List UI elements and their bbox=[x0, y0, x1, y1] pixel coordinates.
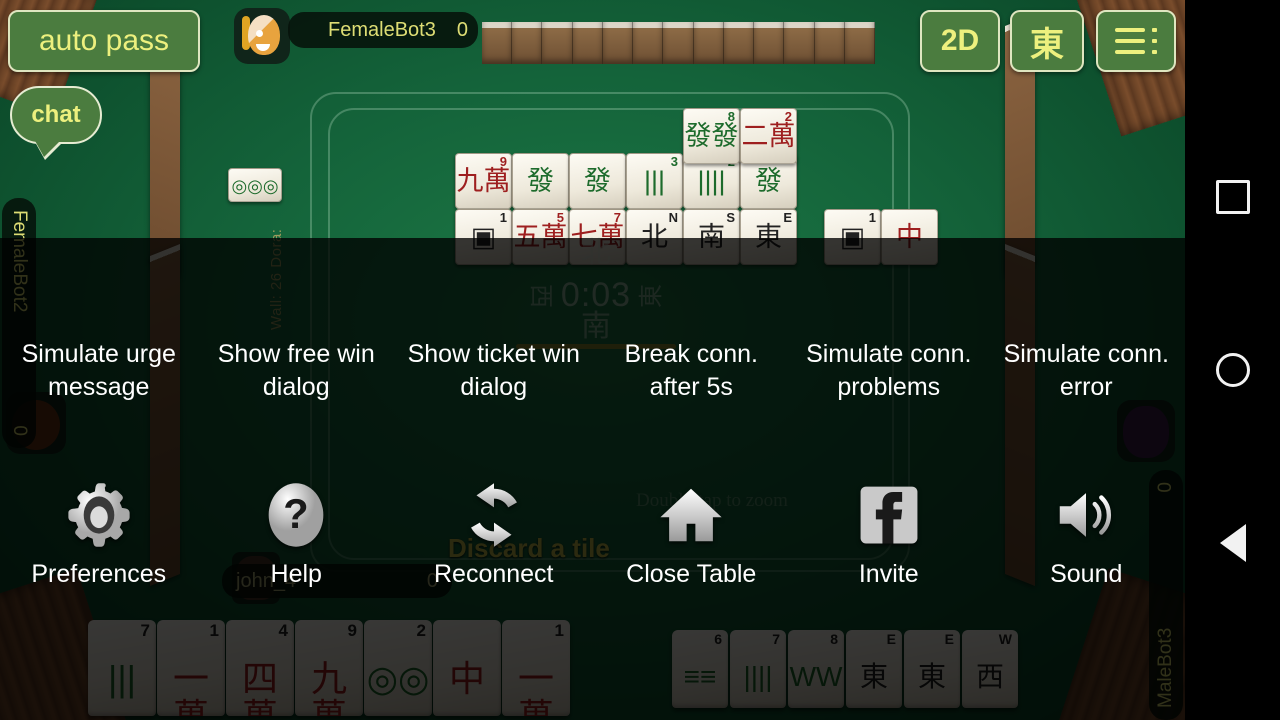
simulate-action-label: Break conn. after 5s bbox=[624, 340, 758, 401]
player-name-top: FemaleBot3 bbox=[328, 18, 436, 41]
hamburger-menu-icon bbox=[1115, 28, 1157, 54]
tile-face: 發 bbox=[527, 166, 554, 196]
discarded-tile[interactable]: 3 ||| bbox=[626, 153, 683, 209]
concealed-tile bbox=[512, 22, 543, 64]
concealed-tile bbox=[663, 22, 694, 64]
tile-corner-label: 2 bbox=[784, 109, 792, 124]
simulate-action-label: Simulate urge message bbox=[21, 340, 176, 401]
tile-corner-label: 3 bbox=[670, 154, 678, 169]
simulate-action-4[interactable]: Simulate conn. problems bbox=[790, 338, 988, 404]
simulate-action-label: Show free win dialog bbox=[217, 340, 375, 401]
concealed-tile bbox=[784, 22, 815, 64]
round-wind-button[interactable]: 東 bbox=[1010, 10, 1084, 72]
simulate-action-2[interactable]: Show ticket win dialog bbox=[395, 338, 593, 404]
simulate-action-label: Show ticket win dialog bbox=[407, 340, 580, 401]
icon-action-reconnect[interactable]: Reconnect bbox=[395, 478, 593, 588]
icon-action-preferences[interactable]: Preferences bbox=[0, 478, 198, 588]
concealed-tile bbox=[844, 22, 876, 64]
tile-corner-label: 7 bbox=[613, 210, 621, 225]
gear-icon bbox=[62, 478, 136, 552]
view-mode-label: 2D bbox=[940, 24, 980, 57]
avatar-top bbox=[234, 8, 290, 64]
back-triangle-icon bbox=[1219, 524, 1246, 563]
concealed-tile bbox=[693, 22, 724, 64]
icon-action-label: Help bbox=[270, 560, 322, 588]
android-navigation-bar bbox=[1185, 0, 1280, 720]
concealed-tile bbox=[814, 22, 845, 64]
simulate-action-3[interactable]: Break conn. after 5s bbox=[593, 338, 791, 404]
tile-corner-label: 5 bbox=[556, 210, 564, 225]
concealed-tile bbox=[542, 22, 573, 64]
auto-pass-label: auto pass bbox=[38, 24, 170, 57]
refresh-icon bbox=[457, 478, 531, 552]
tile-corner-label: 1 bbox=[499, 210, 507, 225]
concealed-tile bbox=[723, 22, 755, 64]
discarded-tile[interactable]: 發 bbox=[512, 153, 569, 209]
concealed-tile bbox=[482, 22, 513, 64]
round-wind-label: 東 bbox=[1030, 25, 1064, 64]
tile-corner-label: S bbox=[726, 210, 735, 225]
icon-action-label: Invite bbox=[858, 560, 919, 588]
icon-actions-row: Preferences ? Help Reconnect Close Table … bbox=[0, 478, 1185, 588]
icon-action-label: Reconnect bbox=[433, 560, 554, 588]
simulate-action-1[interactable]: Show free win dialog bbox=[198, 338, 396, 404]
tile-corner-label: E bbox=[783, 210, 792, 225]
home-icon bbox=[654, 478, 728, 552]
svg-text:?: ? bbox=[284, 490, 309, 537]
icon-action-label: Sound bbox=[1050, 560, 1123, 588]
question-mark-icon: ? bbox=[259, 478, 333, 552]
concealed-tile bbox=[633, 22, 664, 64]
home-circle-icon bbox=[1215, 352, 1250, 387]
speaker-icon bbox=[1049, 478, 1123, 552]
opponent-concealed-hand bbox=[482, 22, 876, 64]
discarded-tile[interactable]: 2 二萬 bbox=[740, 108, 797, 164]
discarded-tile[interactable]: 發 bbox=[569, 153, 626, 209]
tile-corner-label: N bbox=[668, 210, 678, 225]
home-button[interactable] bbox=[1213, 350, 1253, 390]
icon-action-help[interactable]: ? Help bbox=[198, 478, 396, 588]
view-mode-button[interactable]: 2D bbox=[920, 10, 1000, 72]
icon-action-sound[interactable]: Sound bbox=[988, 478, 1186, 588]
discarded-tile[interactable]: 8 發發 bbox=[683, 108, 740, 164]
recents-button[interactable] bbox=[1213, 177, 1253, 217]
icon-action-label: Preferences bbox=[31, 560, 167, 588]
simulate-action-label: Simulate conn. error bbox=[1003, 340, 1169, 401]
tile-corner-label: 9 bbox=[499, 154, 507, 169]
icon-action-invite[interactable]: Invite bbox=[790, 478, 988, 588]
auto-pass-button[interactable]: auto pass bbox=[8, 10, 200, 72]
simulate-action-5[interactable]: Simulate conn. error bbox=[988, 338, 1186, 404]
facebook-icon bbox=[852, 478, 926, 552]
player-score-top: 0 bbox=[456, 18, 468, 41]
chat-label: chat bbox=[31, 101, 81, 128]
game-screen: ◎◎◎ Wall: 26 Dora: 9九萬發發3|||2||||發8發發2二萬… bbox=[0, 0, 1280, 720]
discarded-tile[interactable]: 9 九萬 bbox=[455, 153, 512, 209]
player-plate-top: FemaleBot3 0 bbox=[288, 12, 478, 48]
menu-button[interactable] bbox=[1096, 10, 1176, 72]
icon-action-close-table[interactable]: Close Table bbox=[593, 478, 791, 588]
concealed-tile bbox=[572, 22, 603, 64]
tile-corner-label: 1 bbox=[868, 210, 876, 225]
recents-square-icon bbox=[1215, 179, 1250, 214]
debug-overlay-menu: Simulate urge message Show free win dialo… bbox=[0, 238, 1185, 720]
icon-action-label: Close Table bbox=[626, 560, 757, 588]
concealed-tile bbox=[602, 22, 634, 64]
simulate-actions-row: Simulate urge message Show free win dialo… bbox=[0, 338, 1185, 404]
chat-button[interactable]: chat bbox=[10, 86, 102, 144]
tile-corner-label: 8 bbox=[727, 109, 735, 124]
simulate-action-label: Simulate conn. problems bbox=[806, 340, 972, 401]
simulate-action-0[interactable]: Simulate urge message bbox=[0, 338, 198, 404]
tile-face: 發 bbox=[584, 166, 611, 196]
concealed-tile bbox=[754, 22, 785, 64]
back-button[interactable] bbox=[1213, 523, 1253, 563]
dora-indicator-tile: ◎◎◎ bbox=[228, 168, 282, 202]
